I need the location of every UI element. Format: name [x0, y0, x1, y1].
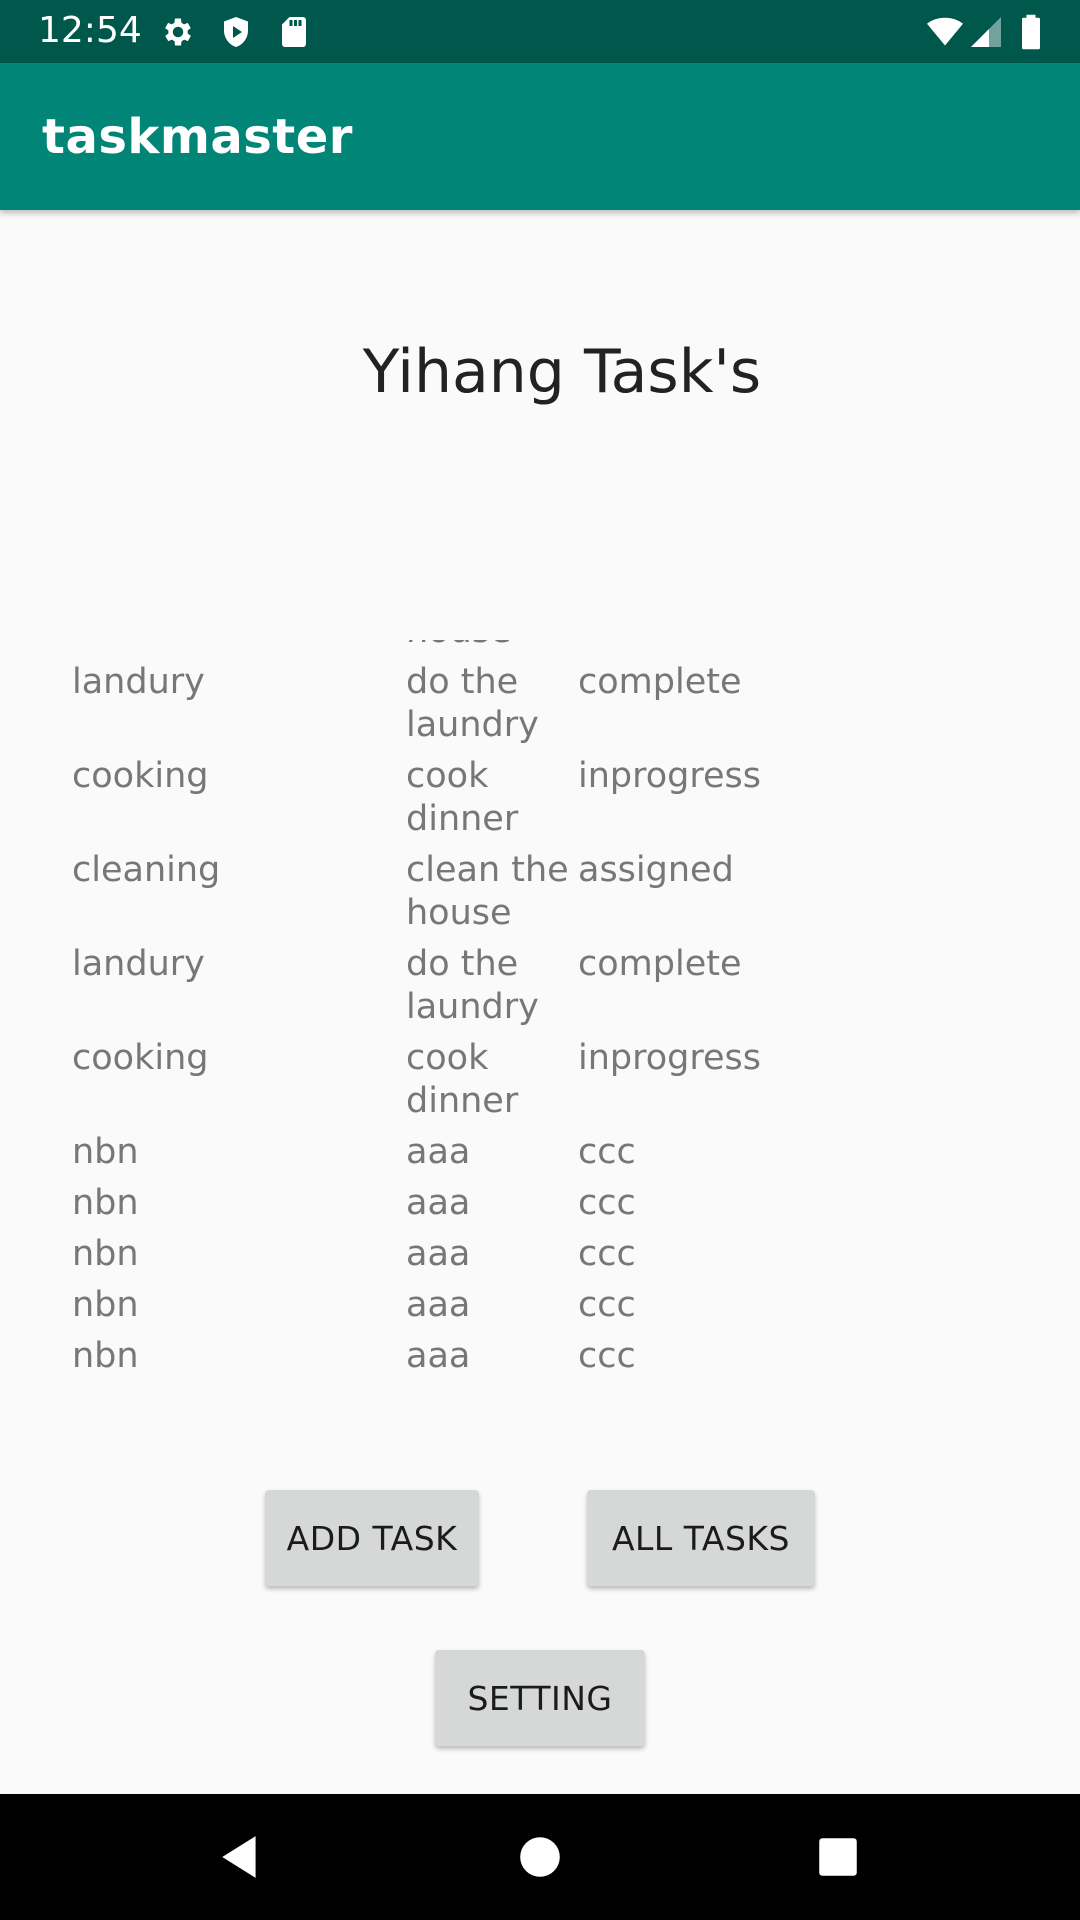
all-tasks-button[interactable]: ALL TASKS — [587, 1490, 815, 1586]
back-icon[interactable] — [216, 1832, 266, 1882]
task-state: complete — [578, 662, 742, 702]
task-title: nbn — [72, 1183, 139, 1223]
task-state: ccc — [578, 1183, 636, 1223]
task-body: aaa — [406, 1336, 471, 1376]
sd-card-icon — [276, 14, 312, 50]
task-state: inprogress — [578, 756, 761, 796]
battery-icon — [1016, 14, 1046, 50]
signal-icon — [968, 14, 1004, 50]
task-row[interactable]: house — [0, 640, 1080, 653]
task-body: aaa — [406, 1183, 471, 1223]
task-row[interactable]: landury do the laundry complete — [0, 943, 1080, 1029]
task-body: clean the house — [406, 850, 569, 933]
task-row[interactable]: cooking cook dinner inprogress — [0, 755, 1080, 841]
task-row[interactable]: cooking cook dinner inprogress — [0, 1037, 1080, 1123]
task-row[interactable]: landury do the laundry complete — [0, 661, 1080, 747]
screen: 12:54 taskmaster Yihang Task's house land… — [0, 0, 1080, 1920]
recents-icon[interactable] — [813, 1832, 863, 1882]
page-title: Yihang Task's — [362, 337, 762, 407]
task-title: cooking — [72, 1038, 209, 1078]
task-body: aaa — [406, 1285, 471, 1325]
task-body: do the laundry — [406, 662, 539, 745]
task-title: nbn — [72, 1285, 139, 1325]
home-icon[interactable] — [515, 1832, 565, 1882]
task-body: do the laundry — [406, 944, 539, 1027]
task-state: inprogress — [578, 1038, 761, 1078]
task-row[interactable]: nbn aaa ccc — [0, 1284, 1080, 1327]
status-time: 12:54 — [38, 10, 142, 51]
add-task-button[interactable]: ADD TASK — [265, 1490, 479, 1586]
task-body: cook dinner — [406, 1038, 519, 1121]
task-body: aaa — [406, 1234, 471, 1274]
task-row[interactable]: nbn aaa ccc — [0, 1335, 1080, 1378]
task-row[interactable]: nbn aaa ccc — [0, 1233, 1080, 1276]
status-bar: 12:54 — [0, 0, 1080, 63]
task-body: cook dinner — [406, 756, 519, 839]
task-title: cleaning — [72, 850, 221, 890]
task-state: ccc — [578, 1234, 636, 1274]
nav-bar — [0, 1794, 1080, 1920]
task-title: nbn — [72, 1234, 139, 1274]
app-title: taskmaster — [42, 109, 353, 165]
task-title: nbn — [72, 1132, 139, 1172]
gear-icon — [160, 14, 196, 50]
task-row[interactable]: nbn aaa ccc — [0, 1182, 1080, 1225]
wifi-icon — [924, 14, 966, 50]
task-row[interactable]: nbn aaa ccc — [0, 1131, 1080, 1174]
task-state: assigned — [578, 850, 734, 890]
setting-button[interactable]: SETTING — [435, 1650, 645, 1746]
task-body: aaa — [406, 1132, 471, 1172]
task-row[interactable]: cleaning clean the house assigned — [0, 849, 1080, 935]
shield-icon — [218, 14, 254, 50]
task-body: house — [406, 640, 576, 653]
task-title: landury — [72, 662, 205, 702]
task-state: ccc — [578, 1132, 636, 1172]
task-state: ccc — [578, 1285, 636, 1325]
app-bar: taskmaster — [0, 63, 1080, 210]
task-title: nbn — [72, 1336, 139, 1376]
task-title: landury — [72, 944, 205, 984]
task-state: complete — [578, 944, 742, 984]
task-list[interactable]: house landury do the laundry complete cookin… — [0, 640, 1080, 1400]
task-list-content: house landury do the laundry complete cookin… — [0, 640, 1080, 1386]
task-title: cooking — [72, 756, 209, 796]
task-state: ccc — [578, 1336, 636, 1376]
